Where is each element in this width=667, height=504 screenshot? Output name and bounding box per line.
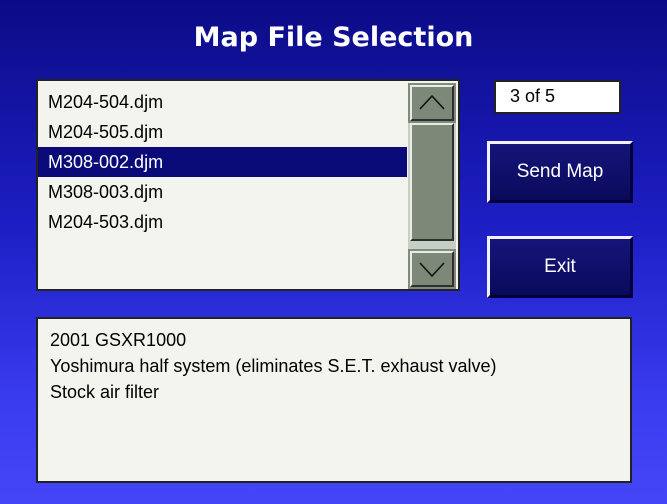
page-title: Map File Selection xyxy=(193,22,474,53)
description-line: Yoshimura half system (eliminates S.E.T.… xyxy=(50,356,497,376)
description-line: Stock air filter xyxy=(50,382,160,402)
scroll-up-button[interactable] xyxy=(410,85,454,121)
page-indicator: 3 of 5 xyxy=(494,80,621,114)
exit-button[interactable]: Exit xyxy=(487,236,633,298)
list-item[interactable]: M308-003.djm xyxy=(38,177,407,207)
list-scrollbar[interactable] xyxy=(408,83,456,289)
list-item[interactable]: M204-505.djm xyxy=(38,117,407,147)
file-list-items: M204-504.djm M204-505.djm M308-002.djm M… xyxy=(38,81,407,289)
list-item-selected[interactable]: M308-002.djm xyxy=(38,147,407,177)
map-description-box: 2001 GSXR1000 Yoshimura half system (eli… xyxy=(36,317,632,483)
scroll-down-button[interactable] xyxy=(410,251,454,287)
list-item[interactable]: M204-504.djm xyxy=(38,87,407,117)
chevron-down-icon xyxy=(419,262,445,278)
scroll-track[interactable] xyxy=(408,123,456,249)
description-line: 2001 GSXR1000 xyxy=(50,330,187,350)
send-map-button[interactable]: Send Map xyxy=(487,141,633,203)
map-file-list[interactable]: M204-504.djm M204-505.djm M308-002.djm M… xyxy=(36,79,460,291)
scroll-thumb[interactable] xyxy=(410,123,454,241)
list-item[interactable]: M204-503.djm xyxy=(38,207,407,237)
chevron-up-icon xyxy=(419,94,445,110)
